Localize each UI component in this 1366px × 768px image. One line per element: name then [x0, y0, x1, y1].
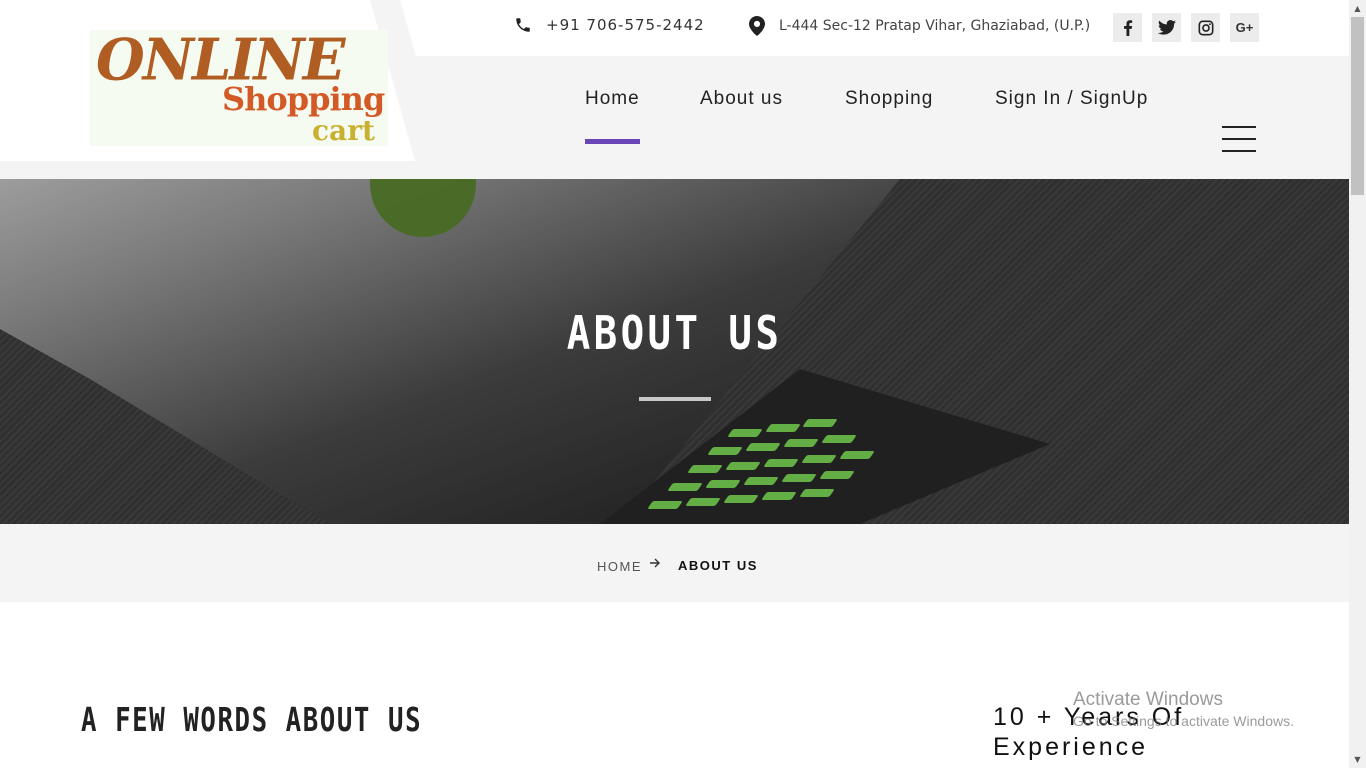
experience-line-2: Experience: [993, 733, 1149, 761]
breadcrumb: HOME ABOUT US: [0, 524, 1349, 602]
hero-title: ABOUT US: [566, 306, 783, 360]
hero-divider: [639, 397, 711, 401]
watermark-title: Activate Windows: [1073, 689, 1223, 710]
section-title: A FEW WORDS ABOUT US: [81, 700, 423, 739]
location-pin-icon: [749, 16, 765, 36]
watermark-subtitle: Go to Settings to activate Windows.: [1073, 713, 1294, 729]
contact-address: L-444 Sec-12 Pratap Vihar, Ghaziabad, (U…: [749, 16, 1090, 36]
logo-text-cart: cart: [312, 114, 375, 146]
google-plus-icon[interactable]: G+: [1230, 13, 1259, 42]
nav-sign-in-signup[interactable]: Sign In / SignUp: [995, 88, 1148, 110]
page-scrollbar[interactable]: ▲ ▼: [1349, 0, 1366, 768]
instagram-icon[interactable]: [1191, 13, 1220, 42]
site-logo[interactable]: ONLINE Shopping cart: [90, 30, 388, 146]
site-header: ONLINE Shopping cart +91 706-575-2442 L-…: [0, 0, 1349, 179]
twitter-icon[interactable]: [1152, 13, 1181, 42]
logo-text-shopping: Shopping: [222, 80, 385, 118]
arrow-right-icon: [649, 557, 661, 573]
breadcrumb-home-link[interactable]: HOME: [597, 559, 642, 574]
nav-about-us[interactable]: About us: [700, 88, 783, 110]
breadcrumb-current: ABOUT US: [678, 558, 758, 573]
scrollbar-thumb[interactable]: [1351, 17, 1364, 195]
facebook-icon[interactable]: [1113, 13, 1142, 42]
phone-number: +91 706-575-2442: [546, 16, 705, 34]
address-text: L-444 Sec-12 Pratap Vihar, Ghaziabad, (U…: [779, 18, 1091, 34]
nav-shopping[interactable]: Shopping: [845, 88, 933, 110]
nav-home[interactable]: Home: [585, 88, 640, 110]
scroll-up-arrow-icon[interactable]: ▲: [1349, 0, 1366, 17]
contact-phone[interactable]: +91 706-575-2442: [514, 16, 705, 34]
phone-icon: [514, 16, 532, 34]
scroll-down-arrow-icon[interactable]: ▼: [1349, 751, 1366, 768]
active-nav-indicator: [585, 139, 640, 144]
hamburger-menu-icon[interactable]: [1222, 126, 1256, 152]
activate-windows-watermark: Activate Windows Go to Settings to activ…: [1073, 689, 1294, 729]
hero-banner: ABOUT US: [0, 179, 1349, 524]
